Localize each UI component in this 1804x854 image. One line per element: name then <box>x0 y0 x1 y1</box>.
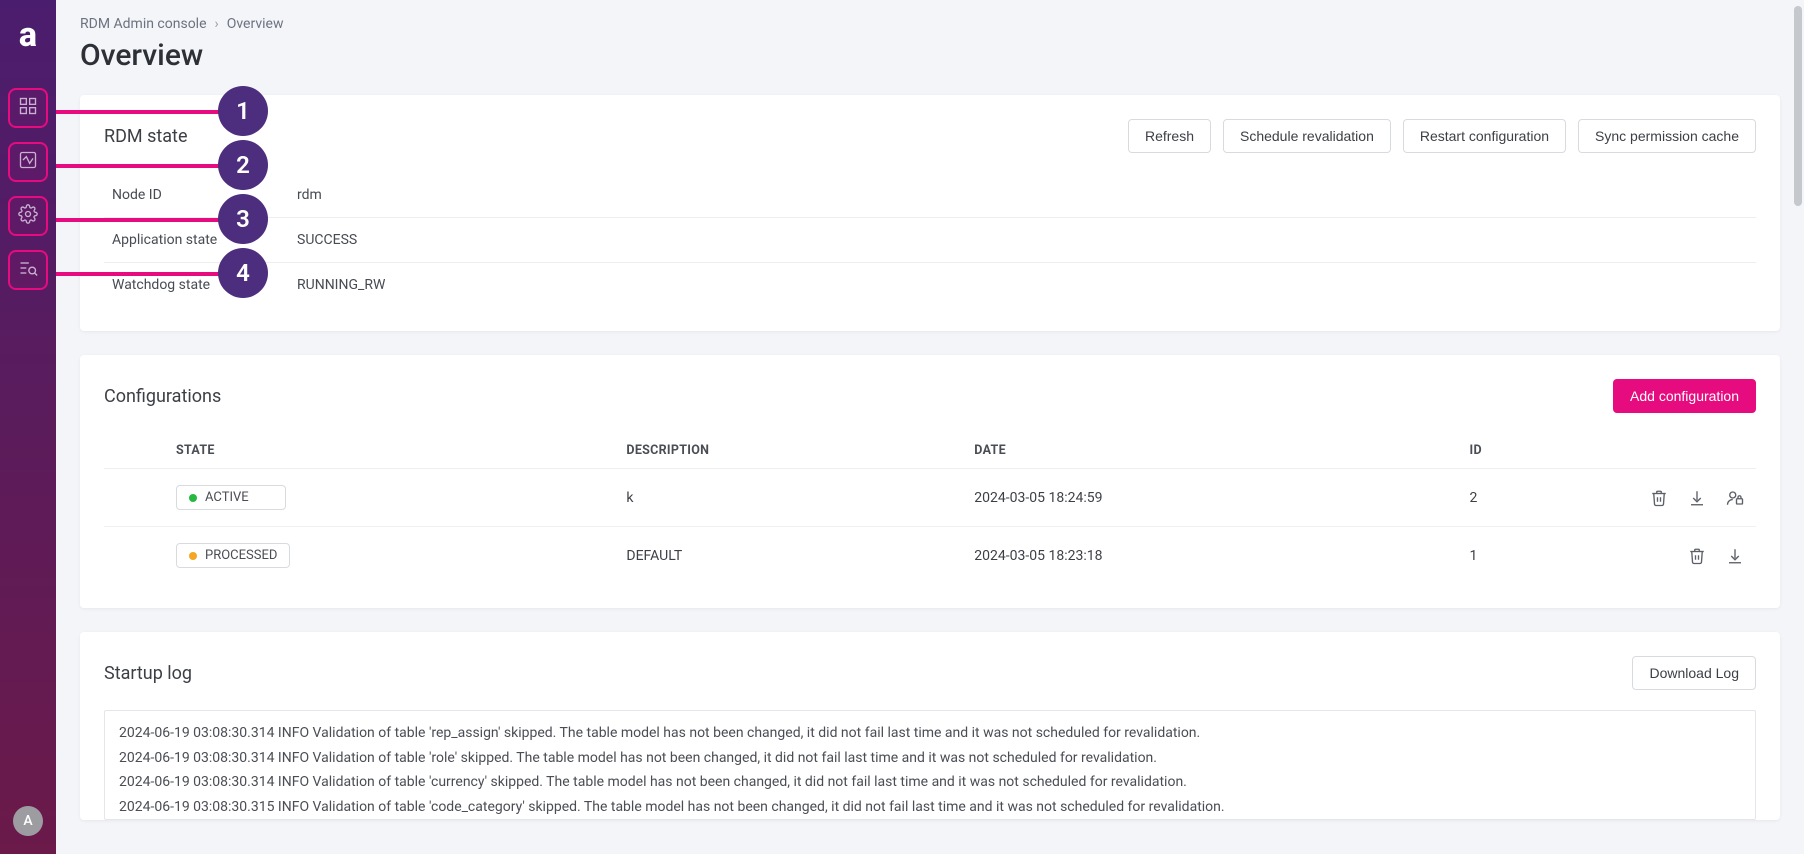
state-value: rdm <box>297 187 322 203</box>
annotation-line-1 <box>48 110 226 114</box>
page-title: Overview <box>80 38 1780 73</box>
cell-description: k <box>614 469 962 527</box>
status-dot-icon <box>189 552 197 560</box>
restart-configuration-button[interactable]: Restart configuration <box>1403 119 1566 153</box>
state-pill: ACTIVE <box>176 485 286 510</box>
state-pill-label: PROCESSED <box>205 548 277 563</box>
breadcrumb-current: Overview <box>227 16 284 32</box>
breadcrumb-root[interactable]: RDM Admin console <box>80 16 207 32</box>
sidebar-item-search-data[interactable] <box>8 250 48 290</box>
delete-icon[interactable] <box>1688 547 1706 565</box>
chevron-right-icon: › <box>215 16 219 32</box>
col-date: DATE <box>962 433 1457 469</box>
annotation-badge-1: 1 <box>218 86 268 136</box>
gear-icon <box>18 204 38 228</box>
startup-log-card: Startup log Download Log 2024-06-19 03:0… <box>80 632 1780 820</box>
cell-date: 2024-03-05 18:23:18 <box>962 527 1457 585</box>
user-lock-icon[interactable] <box>1726 489 1744 507</box>
search-data-icon <box>18 258 38 282</box>
log-line: 2024-06-19 03:08:30.314 INFO Validation … <box>119 746 1741 771</box>
download-icon[interactable] <box>1688 489 1706 507</box>
state-label: Application state <box>112 232 297 248</box>
sync-permission-cache-button[interactable]: Sync permission cache <box>1578 119 1756 153</box>
startup-log-content: 2024-06-19 03:08:30.314 INFO Validation … <box>104 710 1756 820</box>
col-state: STATE <box>164 433 614 469</box>
configurations-card: Configurations Add configuration STATE D… <box>80 355 1780 608</box>
state-pill-label: ACTIVE <box>205 490 249 505</box>
configurations-title: Configurations <box>104 386 221 407</box>
table-row: ACTIVE k2024-03-05 18:24:592 <box>104 469 1756 527</box>
state-row-node-id: Node ID rdm <box>104 173 1756 218</box>
scrollbar[interactable] <box>1794 6 1802 206</box>
log-line: 2024-06-19 03:08:30.314 INFO Validation … <box>119 770 1741 795</box>
state-row-watchdog-state: Watchdog state RUNNING_RW <box>104 263 1756 307</box>
download-log-button[interactable]: Download Log <box>1632 656 1756 690</box>
state-label: Watchdog state <box>112 277 297 293</box>
state-row-application-state: Application state SUCCESS <box>104 218 1756 263</box>
configurations-table: STATE DESCRIPTION DATE ID ACTIVE k2024-03… <box>104 433 1756 584</box>
col-description: DESCRIPTION <box>614 433 962 469</box>
sidebar-item-activity[interactable] <box>8 142 48 182</box>
refresh-button[interactable]: Refresh <box>1128 119 1211 153</box>
schedule-revalidation-button[interactable]: Schedule revalidation <box>1223 119 1391 153</box>
log-line: 2024-06-19 03:08:30.314 INFO Validation … <box>119 721 1741 746</box>
delete-icon[interactable] <box>1650 489 1668 507</box>
dashboard-icon <box>18 96 38 120</box>
col-id: ID <box>1458 433 1576 469</box>
sidebar: a A <box>0 0 56 854</box>
rdm-state-actions: Refresh Schedule revalidation Restart co… <box>1128 119 1756 153</box>
state-label: Node ID <box>112 187 297 203</box>
cell-id: 2 <box>1458 469 1576 527</box>
state-pill: PROCESSED <box>176 543 290 568</box>
state-value: RUNNING_RW <box>297 277 385 293</box>
table-row: PROCESSED DEFAULT2024-03-05 18:23:181 <box>104 527 1756 585</box>
startup-log-title: Startup log <box>104 663 192 684</box>
rdm-state-card: RDM state Refresh Schedule revalidation … <box>80 95 1780 331</box>
annotation-line-4 <box>48 272 226 276</box>
avatar[interactable]: A <box>13 806 43 836</box>
download-icon[interactable] <box>1726 547 1744 565</box>
row-actions <box>1588 489 1744 507</box>
status-dot-icon <box>189 494 197 502</box>
annotation-line-2 <box>48 164 226 168</box>
state-value: SUCCESS <box>297 232 357 248</box>
annotation-line-3 <box>48 218 226 222</box>
annotation-badge-4: 4 <box>218 248 268 298</box>
sidebar-item-settings[interactable] <box>8 196 48 236</box>
main-content: RDM Admin console › Overview Overview RD… <box>56 0 1804 854</box>
annotation-badge-2: 2 <box>218 140 268 190</box>
log-line: 2024-06-19 03:08:30.315 INFO Validation … <box>119 795 1741 820</box>
brand-logo: a <box>19 18 37 52</box>
activity-icon <box>18 150 38 174</box>
breadcrumb: RDM Admin console › Overview <box>80 16 1780 32</box>
sidebar-item-dashboard[interactable] <box>8 88 48 128</box>
cell-id: 1 <box>1458 527 1576 585</box>
rdm-state-title: RDM state <box>104 126 188 147</box>
cell-date: 2024-03-05 18:24:59 <box>962 469 1457 527</box>
annotation-badge-3: 3 <box>218 194 268 244</box>
cell-description: DEFAULT <box>614 527 962 585</box>
row-actions <box>1588 547 1744 565</box>
add-configuration-button[interactable]: Add configuration <box>1613 379 1756 413</box>
